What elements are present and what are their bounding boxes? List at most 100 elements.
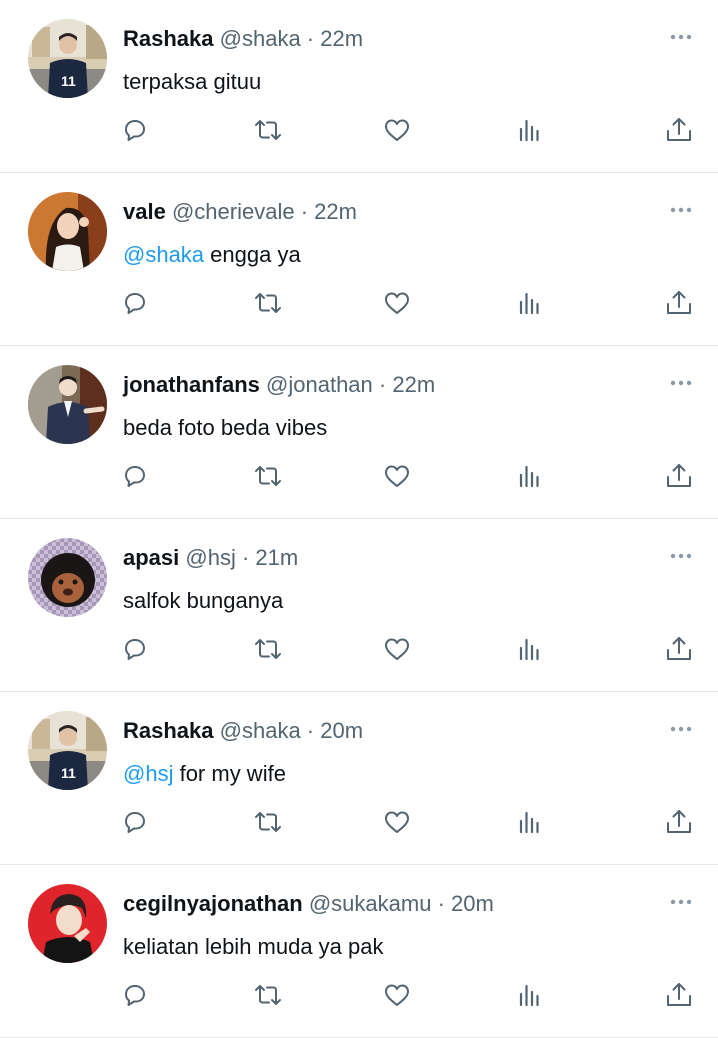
tweet-text: @shaka engga ya — [123, 240, 301, 270]
retweet-icon[interactable] — [252, 979, 284, 1011]
tweet-actions — [0, 287, 718, 321]
more-icon[interactable] — [668, 719, 694, 739]
tweet-body: engga ya — [204, 242, 301, 267]
avatar[interactable]: 11 — [28, 19, 107, 98]
timestamp[interactable]: 20m — [320, 718, 363, 743]
separator: · — [431, 891, 452, 916]
display-name[interactable]: Rashaka — [123, 718, 214, 743]
reply-icon[interactable] — [119, 979, 151, 1011]
svg-text:11: 11 — [61, 73, 76, 89]
timestamp[interactable]: 22m — [314, 199, 357, 224]
handle[interactable]: @shaka — [220, 718, 301, 743]
more-icon[interactable] — [668, 200, 694, 220]
more-icon[interactable] — [668, 546, 694, 566]
avatar[interactable]: 11 — [28, 711, 107, 790]
mention-link[interactable]: @hsj — [123, 761, 173, 786]
display-name[interactable]: jonathanfans — [123, 372, 260, 397]
timestamp[interactable]: 20m — [451, 891, 494, 916]
timestamp[interactable]: 22m — [392, 372, 435, 397]
display-name[interactable]: vale — [123, 199, 166, 224]
tweet-actions — [0, 633, 718, 667]
tweet-header: vale @cherievale · 22m — [123, 197, 357, 227]
display-name[interactable]: Rashaka — [123, 26, 214, 51]
avatar[interactable] — [28, 538, 107, 617]
like-icon[interactable] — [381, 287, 413, 319]
tweet-header: Rashaka @shaka · 20m — [123, 716, 363, 746]
share-icon[interactable] — [663, 460, 695, 492]
avatar[interactable] — [28, 365, 107, 444]
separator: · — [300, 26, 321, 51]
reply-icon[interactable] — [119, 460, 151, 492]
display-name[interactable]: apasi — [123, 545, 179, 570]
reply-icon[interactable] — [119, 633, 151, 665]
views-icon[interactable] — [514, 633, 546, 665]
views-icon[interactable] — [514, 287, 546, 319]
share-icon[interactable] — [663, 806, 695, 838]
tweet-header: jonathanfans @jonathan · 22m — [123, 370, 435, 400]
timestamp[interactable]: 22m — [320, 26, 363, 51]
tweet-body: beda foto beda vibes — [123, 415, 328, 440]
share-icon[interactable] — [663, 114, 695, 146]
like-icon[interactable] — [381, 979, 413, 1011]
tweet[interactable]: apasi @hsj · 21m salfok bunganya — [0, 519, 718, 692]
tweet[interactable]: 11 Rashaka @shaka · 20m @hsj for my wife — [0, 692, 718, 865]
svg-text:11: 11 — [61, 765, 76, 781]
views-icon[interactable] — [514, 460, 546, 492]
separator: · — [372, 372, 393, 397]
share-icon[interactable] — [663, 633, 695, 665]
tweet-actions — [0, 460, 718, 494]
tweet[interactable]: 11 Rashaka @shaka · 22m terpaksa gituu — [0, 0, 718, 173]
separator: · — [294, 199, 315, 224]
more-icon[interactable] — [668, 892, 694, 912]
reply-icon[interactable] — [119, 287, 151, 319]
timestamp[interactable]: 21m — [255, 545, 298, 570]
separator: · — [235, 545, 256, 570]
retweet-icon[interactable] — [252, 114, 284, 146]
mention-link[interactable]: @shaka — [123, 242, 204, 267]
handle[interactable]: @hsj — [185, 545, 235, 570]
share-icon[interactable] — [663, 979, 695, 1011]
tweet-actions — [0, 114, 718, 148]
views-icon[interactable] — [514, 979, 546, 1011]
views-icon[interactable] — [514, 114, 546, 146]
handle[interactable]: @jonathan — [266, 372, 373, 397]
display-name[interactable]: cegilnyajonathan — [123, 891, 303, 916]
tweet-body: salfok bunganya — [123, 588, 284, 613]
like-icon[interactable] — [381, 460, 413, 492]
tweet[interactable]: vale @cherievale · 22m @shaka engga ya — [0, 173, 718, 346]
share-icon[interactable] — [663, 287, 695, 319]
tweet-body: terpaksa gituu — [123, 69, 262, 94]
tweet-body: keliatan lebih muda ya pak — [123, 934, 384, 959]
retweet-icon[interactable] — [252, 460, 284, 492]
reply-icon[interactable] — [119, 806, 151, 838]
handle[interactable]: @cherievale — [172, 199, 295, 224]
tweet-header: cegilnyajonathan @sukakamu · 20m — [123, 889, 494, 919]
tweet-text: beda foto beda vibes — [123, 413, 327, 443]
more-icon[interactable] — [668, 27, 694, 47]
tweet[interactable]: cegilnyajonathan @sukakamu · 20m keliata… — [0, 865, 718, 1038]
tweet-text: @hsj for my wife — [123, 759, 286, 789]
handle[interactable]: @shaka — [220, 26, 301, 51]
handle[interactable]: @sukakamu — [309, 891, 432, 916]
tweet-actions — [0, 806, 718, 840]
tweet-actions — [0, 979, 718, 1013]
tweet-text: keliatan lebih muda ya pak — [123, 932, 384, 962]
avatar[interactable] — [28, 192, 107, 271]
like-icon[interactable] — [381, 114, 413, 146]
reply-icon[interactable] — [119, 114, 151, 146]
tweet-text: terpaksa gituu — [123, 67, 261, 97]
separator: · — [300, 718, 321, 743]
retweet-icon[interactable] — [252, 633, 284, 665]
retweet-icon[interactable] — [252, 806, 284, 838]
more-icon[interactable] — [668, 373, 694, 393]
views-icon[interactable] — [514, 806, 546, 838]
avatar[interactable] — [28, 884, 107, 963]
tweet-header: apasi @hsj · 21m — [123, 543, 298, 573]
like-icon[interactable] — [381, 633, 413, 665]
tweet-text: salfok bunganya — [123, 586, 283, 616]
tweet-header: Rashaka @shaka · 22m — [123, 24, 363, 54]
tweet[interactable]: jonathanfans @jonathan · 22m beda foto b… — [0, 346, 718, 519]
like-icon[interactable] — [381, 806, 413, 838]
tweet-body: for my wife — [173, 761, 286, 786]
retweet-icon[interactable] — [252, 287, 284, 319]
